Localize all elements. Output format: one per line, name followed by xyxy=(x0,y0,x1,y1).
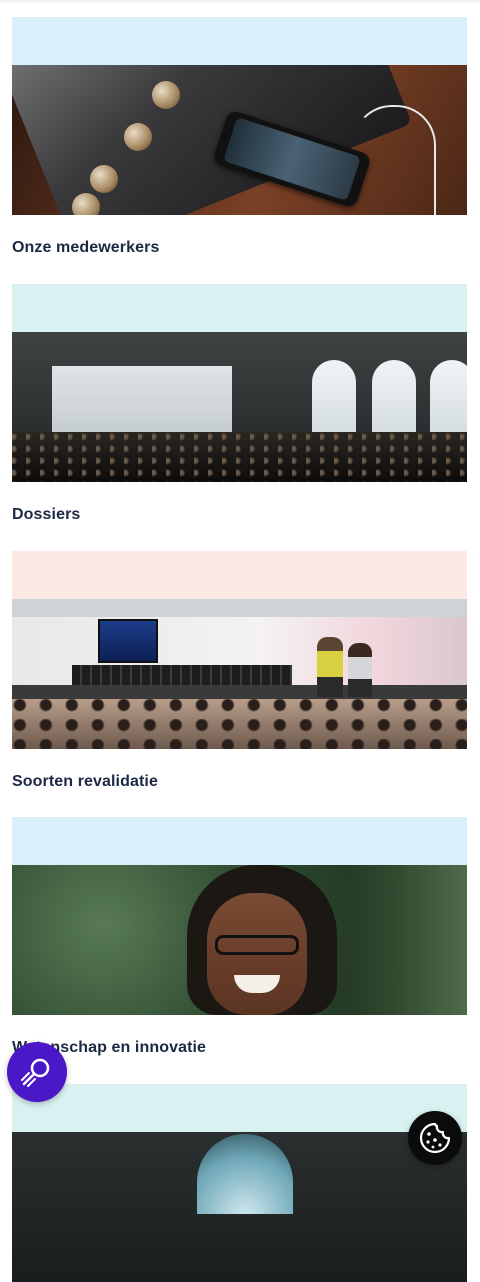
card-color-bar xyxy=(12,284,467,332)
library-interior-photo xyxy=(12,1132,467,1282)
card-onze-medewerkers[interactable]: Onze medewerkers xyxy=(12,17,467,258)
card-wetenschap-en-innovatie[interactable]: Wetenschap en innovatie xyxy=(12,817,467,1058)
stage-event-audience-photo xyxy=(12,599,467,749)
card-color-bar xyxy=(12,1084,467,1132)
card-color-bar xyxy=(12,551,467,599)
card-dossiers[interactable]: Dossiers xyxy=(12,284,467,525)
card-title: Dossiers xyxy=(12,506,81,523)
card-library[interactable] xyxy=(12,1084,467,1282)
card-color-bar xyxy=(12,17,467,65)
card-title: Soorten revalidatie xyxy=(12,773,158,790)
accessibility-magnifier-icon xyxy=(21,1058,50,1087)
smiling-woman-glasses-photo xyxy=(12,865,467,1015)
header-shadow xyxy=(0,0,480,4)
phone-on-amplifier-photo xyxy=(12,65,467,215)
card-title: Wetenschap en innovatie xyxy=(12,1039,207,1056)
accessibility-button[interactable] xyxy=(7,1042,67,1102)
cinema-hall-audience-photo xyxy=(12,332,467,482)
card-color-bar xyxy=(12,817,467,865)
cookie-icon xyxy=(419,1122,451,1154)
card-title: Onze medewerkers xyxy=(12,239,160,256)
card-soorten-revalidatie[interactable]: Soorten revalidatie xyxy=(12,551,467,792)
cookie-settings-button[interactable] xyxy=(408,1111,462,1165)
